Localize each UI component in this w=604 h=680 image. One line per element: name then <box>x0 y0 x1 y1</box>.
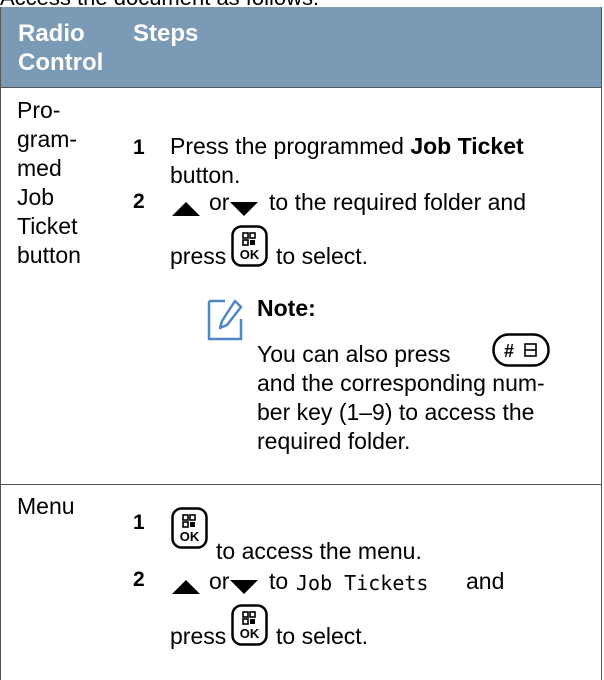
label-line: Pro- <box>17 97 61 123</box>
down-triangle-icon <box>230 580 258 594</box>
step-text-or: or <box>209 189 230 215</box>
label-line: gram- <box>17 126 78 152</box>
hash-key-icon: # <box>492 333 550 367</box>
svg-text:OK: OK <box>180 529 200 544</box>
row-separator <box>0 484 602 485</box>
row2-label: Menu <box>17 493 75 519</box>
step-text-line2: button. <box>170 162 241 188</box>
note-text: required folder. <box>257 428 411 454</box>
svg-text:OK: OK <box>240 626 260 641</box>
up-triangle-icon <box>172 202 200 216</box>
down-triangle-icon <box>230 202 258 216</box>
step-text: Press the programmed Job Ticket <box>170 132 524 161</box>
ok-key-icon: OK <box>171 507 208 549</box>
step-text: and <box>466 568 505 594</box>
step-text: press <box>170 623 227 649</box>
note-pencil-icon <box>207 299 243 341</box>
note-title: Note: <box>257 295 316 321</box>
step-number: 2 <box>133 568 145 591</box>
header-radio-control: Radio Control <box>18 20 104 76</box>
svg-text:OK: OK <box>240 247 260 262</box>
label-line: Job <box>17 184 55 210</box>
step-number: 1 <box>133 136 145 159</box>
step-text: to access the menu. <box>216 538 422 564</box>
label-line: Ticket <box>17 213 78 239</box>
row1-label: Pro- gram- med Job Ticket button <box>17 96 117 270</box>
step-text: to the required folder and <box>269 189 527 215</box>
note-text: You can also press <box>257 341 451 367</box>
menu-item-job-tickets: Job Tickets <box>296 571 429 595</box>
step-number: 1 <box>133 511 145 534</box>
step-text: press <box>170 243 227 269</box>
table-header-row: Radio Control Steps <box>0 7 602 88</box>
step-text: to select. <box>276 623 369 649</box>
step-text-or: or <box>209 568 230 594</box>
note-text: and the corresponding num- <box>257 370 545 396</box>
step-text: to select. <box>276 243 369 269</box>
step-text-bold: Job Ticket <box>410 133 524 159</box>
label-line: med <box>17 155 62 181</box>
svg-text:#: # <box>504 341 514 361</box>
step-text-to: to <box>269 568 289 594</box>
label-line: button <box>17 242 81 268</box>
header-steps: Steps <box>133 20 199 47</box>
up-triangle-icon <box>172 580 200 594</box>
ok-key-icon: OK <box>231 225 268 267</box>
note-text: ber key (1–9) to access the <box>257 399 535 425</box>
step-number: 2 <box>133 190 145 213</box>
step-text-pre: Press the programmed <box>170 133 411 159</box>
ok-key-icon: OK <box>231 604 268 646</box>
